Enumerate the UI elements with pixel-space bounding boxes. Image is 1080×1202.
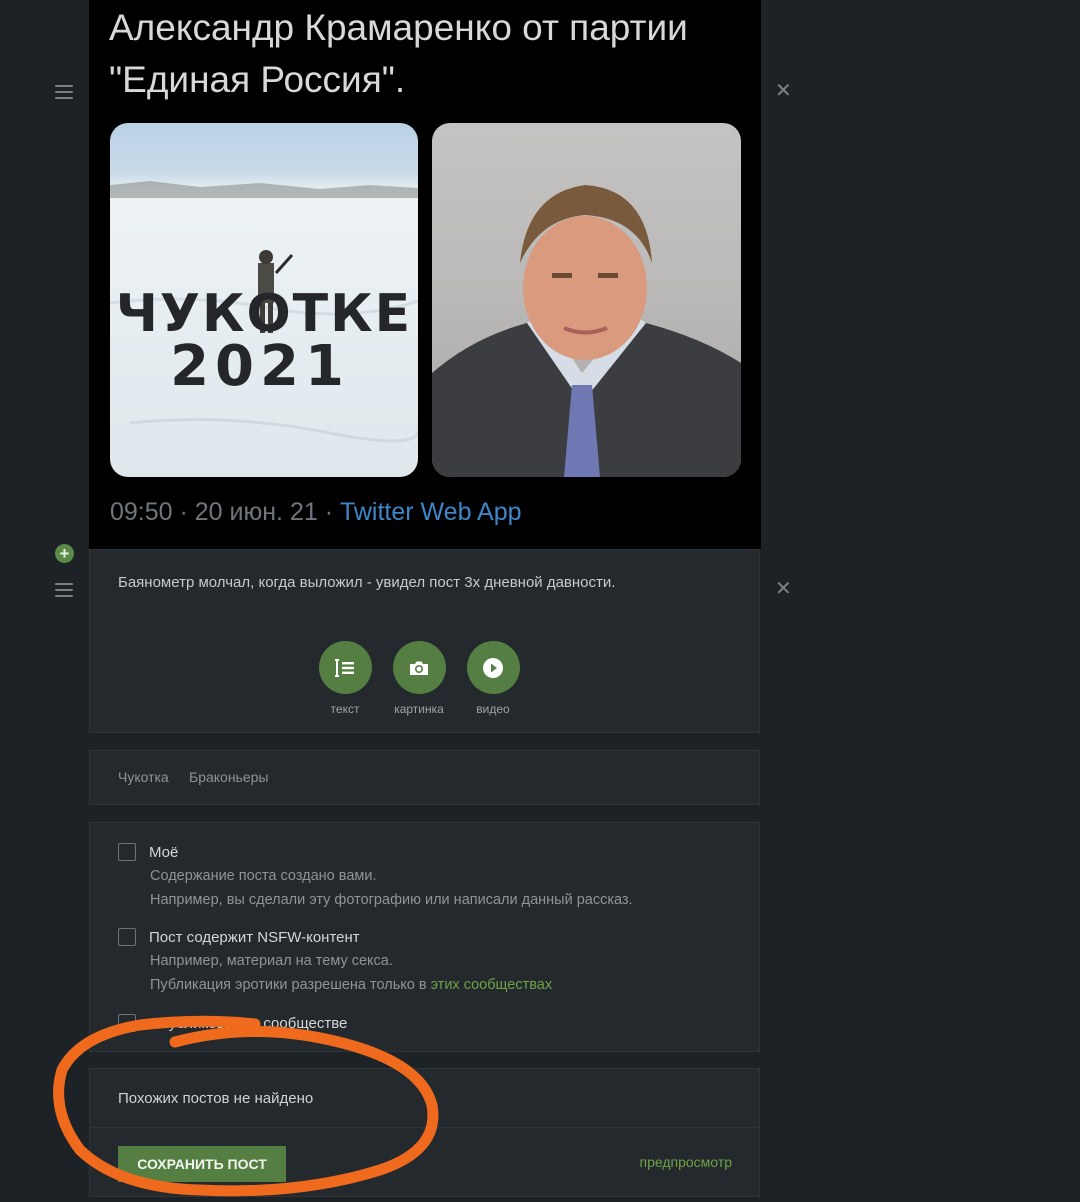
communities-link[interactable]: этих сообществах: [431, 977, 553, 993]
mine-checkbox[interactable]: [118, 843, 136, 861]
nsfw-label: Пост содержит NSFW-контент: [149, 928, 360, 946]
tweet-source-link[interactable]: Twitter Web App: [340, 498, 522, 526]
tweet-timestamp: 09:50 · 20 июн. 21 ·: [110, 498, 340, 526]
add-text-label: текст: [330, 702, 360, 716]
community-label: Опубликовать в сообществе: [149, 1014, 348, 1032]
tags-field[interactable]: Чукотка Браконьеры: [89, 750, 760, 805]
drag-handle-icon[interactable]: [55, 85, 73, 99]
add-block-toolbar: текст картинка видео: [318, 641, 520, 716]
post-image-block: Александр Крамаренко от партии "Единая Р…: [89, 0, 761, 549]
add-image-button[interactable]: картинка: [392, 641, 446, 716]
mine-option[interactable]: Моё: [118, 843, 178, 861]
add-video-button[interactable]: видео: [466, 641, 520, 716]
text-block: Баянометр молчал, когда выложил - увидел…: [89, 549, 760, 733]
add-text-button[interactable]: текст: [318, 641, 372, 716]
community-checkbox[interactable]: [118, 1014, 136, 1032]
nsfw-description: Например, материал на тему секса.: [150, 953, 393, 969]
post-options: Моё Содержание поста создано вами. Напри…: [89, 822, 760, 1052]
tag-item[interactable]: Чукотка: [118, 769, 169, 785]
preview-link[interactable]: предпросмотр: [640, 1154, 732, 1170]
tweet-meta: 09:50 · 20 июн. 21 · Twitter Web App: [110, 498, 522, 527]
nsfw-checkbox[interactable]: [118, 928, 136, 946]
svg-text:2021: 2021: [170, 334, 350, 399]
camera-icon: [392, 641, 446, 694]
post-text[interactable]: Баянометр молчал, когда выложил - увидел…: [118, 574, 615, 591]
play-icon: [466, 641, 520, 694]
similar-posts-message: Похожих постов не найдено: [118, 1090, 314, 1107]
save-post-button[interactable]: СОХРАНИТЬ ПОСТ: [118, 1146, 286, 1182]
nsfw-description-text: Публикация эротики разрешена только в: [150, 977, 431, 993]
add-video-label: видео: [476, 702, 510, 716]
poaching-photo: ЧУКОТКЕ 2021: [110, 123, 418, 477]
add-image-label: картинка: [394, 702, 444, 716]
nsfw-option[interactable]: Пост содержит NSFW-контент: [118, 928, 360, 946]
community-option[interactable]: Опубликовать в сообществе: [118, 1014, 347, 1032]
close-icon[interactable]: ✕: [775, 579, 792, 599]
post-actions: СОХРАНИТЬ ПОСТ предпросмотр: [89, 1127, 760, 1197]
mine-description: Например, вы сделали эту фотографию или …: [150, 892, 633, 908]
tweet-text: Александр Крамаренко от партии "Единая Р…: [109, 7, 688, 100]
tag-item[interactable]: Браконьеры: [189, 769, 269, 785]
mine-description: Содержание поста создано вами.: [150, 868, 377, 884]
similar-posts-panel: Похожих постов не найдено: [89, 1068, 760, 1128]
drag-handle-icon[interactable]: [55, 583, 73, 597]
close-icon[interactable]: ✕: [775, 81, 792, 101]
mine-label: Моё: [149, 843, 179, 861]
nsfw-description: Публикация эротики разрешена только в эт…: [150, 977, 552, 993]
add-block-icon[interactable]: +: [55, 544, 74, 563]
text-icon: [318, 641, 372, 694]
portrait-photo: [432, 123, 741, 477]
